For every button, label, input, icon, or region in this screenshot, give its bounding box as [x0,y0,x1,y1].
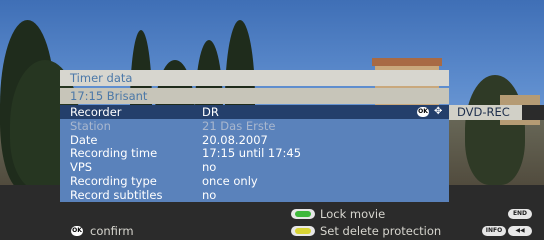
row-label: Date [70,133,98,147]
ok-icon: OK [417,107,429,117]
end-key-icon[interactable]: END [508,209,532,219]
dialog-subtitle: 17:15 Brisant [70,89,148,103]
navigation-arrows-icon: ✥ [434,106,443,117]
row-label: VPS [70,160,93,174]
row-value: 17:15 until 17:45 [202,146,302,160]
row-label: Station [70,119,111,133]
dialog-title-bar: Timer data [60,70,449,86]
row-value: no [202,188,217,202]
row-value: no [202,160,217,174]
info-key-icon[interactable]: INFO [482,226,506,236]
recorder-option-dvd-rec[interactable]: DVD-REC [449,105,522,120]
dialog-subtitle-bar: 17:15 Brisant [60,88,449,104]
row-label: Recording type [70,174,157,188]
row-value: DR [202,105,219,119]
yellow-button-icon [291,226,315,236]
row-station: Station 21 Das Erste [60,120,449,132]
recorder-option-label: DVD-REC [457,105,510,119]
side-option-edge [522,105,544,120]
row-value: 21 Das Erste [202,119,276,133]
dialog-title: Timer data [70,71,133,85]
lock-movie-hint[interactable]: Lock movie [320,207,385,221]
ok-button-icon: OK [71,226,83,236]
row-label: Recorder [70,105,122,119]
row-label: Record subtitles [70,188,163,202]
row-recording-type[interactable]: Recording type once only [60,175,449,187]
row-vps[interactable]: VPS no [60,161,449,173]
set-delete-protection-hint[interactable]: Set delete protection [320,224,441,238]
row-label: Recording time [70,146,158,160]
row-value: once only [202,174,258,188]
row-value: 20.08.2007 [202,133,268,147]
rewind-key-icon[interactable]: ◀◀ [508,226,532,236]
row-date[interactable]: Date 20.08.2007 [60,134,449,146]
row-recording-time[interactable]: Recording time 17:15 until 17:45 [60,147,449,159]
row-record-subtitles[interactable]: Record subtitles no [60,189,449,201]
confirm-hint[interactable]: confirm [90,224,134,238]
timer-settings-panel: Recorder DR OK ✥ Station 21 Das Erste Da… [60,105,449,202]
row-recorder[interactable]: Recorder DR OK ✥ [60,105,449,119]
green-button-icon [291,209,315,219]
